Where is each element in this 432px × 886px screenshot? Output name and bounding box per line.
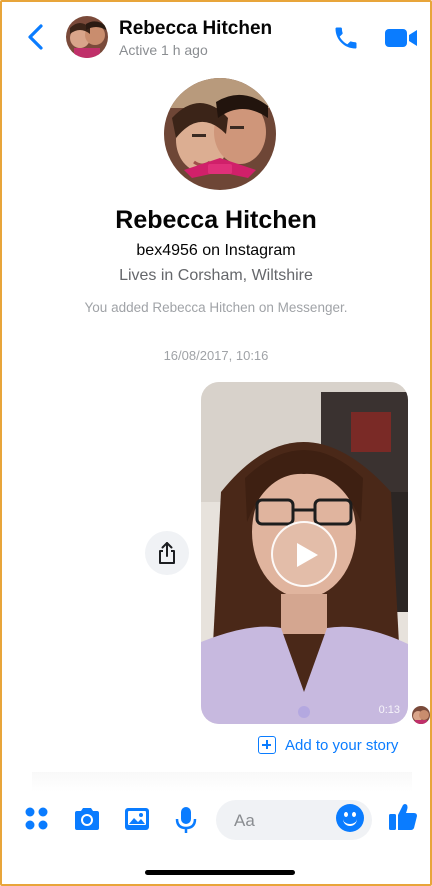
emoji-icon[interactable]	[336, 804, 364, 832]
profile-photo[interactable]	[164, 78, 276, 190]
faded-message-area	[32, 772, 412, 792]
active-status: Active 1 h ago	[119, 42, 208, 58]
phone-icon[interactable]	[332, 24, 360, 52]
message-input-placeholder: Aa	[234, 811, 255, 830]
seen-avatar	[412, 706, 430, 724]
apps-icon[interactable]	[24, 806, 50, 837]
play-button[interactable]	[271, 521, 337, 587]
contact-name[interactable]: Rebecca Hitchen	[119, 18, 272, 40]
profile-name: Rebecca Hitchen	[115, 206, 317, 234]
screen-frame: Rebecca Hitchen Active 1 h ago Rebecca H…	[0, 0, 432, 886]
play-icon	[297, 543, 318, 567]
video-camera-icon[interactable]	[384, 26, 418, 50]
add-story-icon	[258, 736, 276, 754]
share-icon	[159, 542, 175, 564]
add-to-story-button[interactable]: Add to your story	[258, 734, 398, 756]
added-notice: You added Rebecca Hitchen on Messenger.	[84, 300, 348, 315]
video-message[interactable]: 0:13	[201, 382, 408, 724]
contact-avatar[interactable]	[66, 16, 108, 58]
add-to-story-label: Add to your story	[285, 736, 399, 754]
camera-icon[interactable]	[72, 806, 102, 837]
video-duration: 0:13	[378, 704, 400, 716]
thumbs-up-icon[interactable]	[387, 801, 419, 838]
home-indicator	[145, 870, 295, 875]
location-text: Lives in Corsham, Wiltshire	[119, 267, 313, 284]
message-timestamp: 16/08/2017, 10:16	[163, 348, 269, 363]
instagram-handle: bex4956 on Instagram	[136, 242, 296, 259]
chat-header: Rebecca Hitchen Active 1 h ago	[2, 2, 430, 74]
share-button[interactable]	[145, 531, 189, 575]
gallery-icon[interactable]	[123, 806, 151, 837]
microphone-icon[interactable]	[175, 806, 197, 839]
back-chevron-icon[interactable]	[24, 22, 48, 52]
message-composer: Aa	[2, 794, 430, 850]
